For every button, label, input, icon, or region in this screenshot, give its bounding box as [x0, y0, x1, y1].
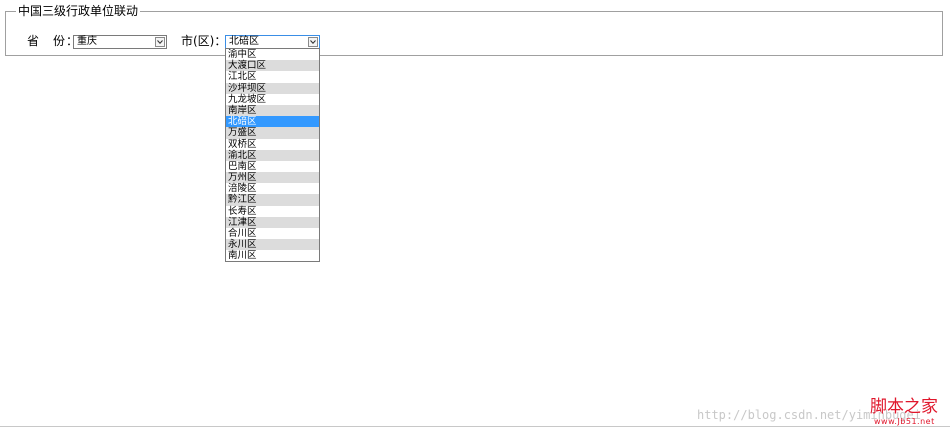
province-select-value: 重庆 — [77, 36, 97, 47]
city-option[interactable]: 合川区 — [226, 228, 319, 239]
province-label: 省 份： — [27, 34, 80, 48]
city-option[interactable]: 巴南区 — [226, 161, 319, 172]
page-divider — [0, 426, 950, 427]
city-select-value: 北碚区 — [229, 36, 259, 47]
city-option[interactable]: 沙坪坝区 — [226, 82, 319, 94]
city-option[interactable]: 渝北区 — [226, 149, 319, 161]
chevron-down-icon[interactable] — [155, 37, 165, 47]
city-option[interactable]: 南川区 — [226, 250, 319, 261]
city-option[interactable]: 涪陵区 — [226, 183, 319, 194]
chevron-down-icon[interactable] — [308, 37, 318, 47]
city-option[interactable]: 南岸区 — [226, 104, 319, 117]
city-option[interactable]: 黔江区 — [226, 194, 319, 206]
region-linkage-fieldset: 中国三级行政单位联动 — [5, 4, 943, 56]
city-option[interactable]: 双桥区 — [226, 139, 319, 150]
city-option[interactable]: 永川区 — [226, 239, 319, 251]
province-select[interactable]: 重庆 — [73, 35, 167, 49]
city-option[interactable]: 江北区 — [226, 71, 319, 82]
city-select[interactable]: 北碚区 — [225, 35, 320, 49]
city-option[interactable]: 长寿区 — [226, 206, 319, 217]
city-dropdown-list[interactable]: 渝中区 大渡口区 江北区 沙坪坝区 九龙坡区 南岸区 北碚区 万盛区 双桥区 渝北区 巴南区 万州区涪… — [225, 48, 320, 262]
city-option[interactable]: 渝中区 — [226, 49, 319, 60]
site-logo: 脚本之家 www.Jb51.net — [870, 397, 950, 429]
city-option[interactable]: 九龙坡区 — [226, 94, 319, 105]
city-option[interactable]: 万盛区 — [226, 127, 319, 139]
city-label: 市(区)： — [181, 34, 227, 48]
city-option[interactable]: 北碚区 — [226, 116, 319, 128]
logo-domain: www.Jb51.net — [874, 417, 935, 426]
logo-text: 脚本之家 — [870, 397, 938, 417]
city-option[interactable]: 江津区 — [226, 216, 319, 228]
city-option[interactable]: 大渡口区 — [226, 60, 319, 72]
city-option[interactable]: 万州区 — [226, 172, 319, 184]
fieldset-legend: 中国三级行政单位联动 — [16, 4, 141, 18]
